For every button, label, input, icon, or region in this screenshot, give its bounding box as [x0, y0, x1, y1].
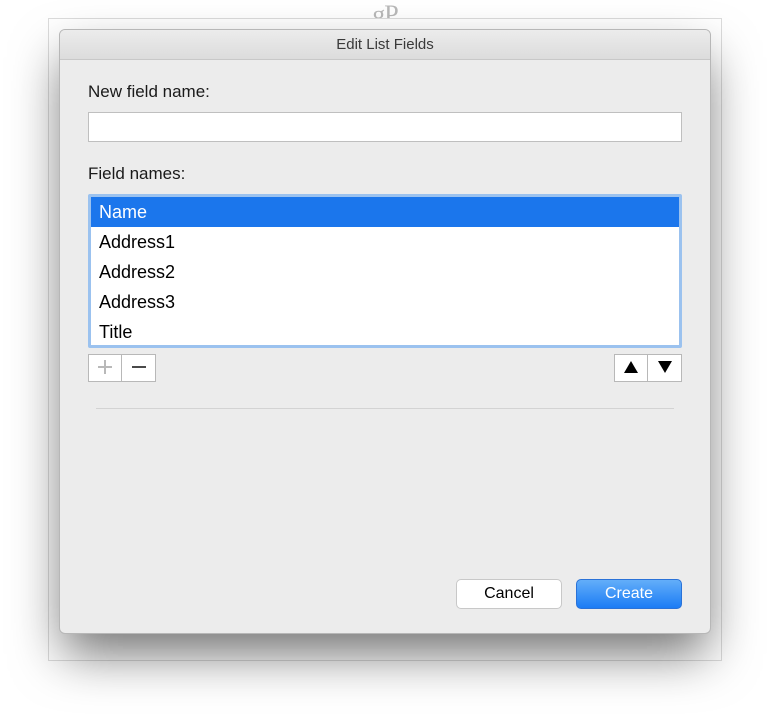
- remove-field-button[interactable]: [122, 354, 156, 382]
- create-button[interactable]: Create: [576, 579, 682, 609]
- move-down-button[interactable]: [648, 354, 682, 382]
- field-names-listbox-focus-ring: NameAddress1Address2Address3Title: [88, 194, 682, 348]
- reorder-group: [614, 354, 682, 382]
- new-field-name-input[interactable]: [88, 112, 682, 142]
- list-item[interactable]: Address2: [91, 257, 679, 287]
- dialog-title: Edit List Fields: [336, 36, 434, 53]
- list-item[interactable]: Name: [91, 197, 679, 227]
- new-field-name-label: New field name:: [88, 82, 682, 102]
- dialog-content: New field name: Field names: NameAddress…: [60, 60, 710, 561]
- list-item[interactable]: Title: [91, 317, 679, 345]
- field-names-section: Field names: NameAddress1Address2Address…: [88, 164, 682, 382]
- triangle-down-icon: [658, 361, 672, 376]
- add-field-button[interactable]: [88, 354, 122, 382]
- list-item[interactable]: Address1: [91, 227, 679, 257]
- screenshot-frame: Edit List Fields New field name: Field n…: [48, 18, 722, 661]
- minus-icon: [132, 360, 146, 377]
- field-names-label: Field names:: [88, 164, 682, 184]
- add-remove-group: [88, 354, 156, 382]
- dialog-footer: Cancel Create: [60, 561, 710, 633]
- footer-divider: [96, 408, 674, 409]
- dialog-titlebar: Edit List Fields: [60, 30, 710, 60]
- list-item[interactable]: Address3: [91, 287, 679, 317]
- triangle-up-icon: [624, 361, 638, 376]
- plus-icon: [98, 360, 112, 377]
- edit-list-fields-dialog: Edit List Fields New field name: Field n…: [59, 29, 711, 634]
- move-up-button[interactable]: [614, 354, 648, 382]
- list-controls-row: [88, 354, 682, 382]
- cancel-button[interactable]: Cancel: [456, 579, 562, 609]
- field-names-listbox[interactable]: NameAddress1Address2Address3Title: [91, 197, 679, 345]
